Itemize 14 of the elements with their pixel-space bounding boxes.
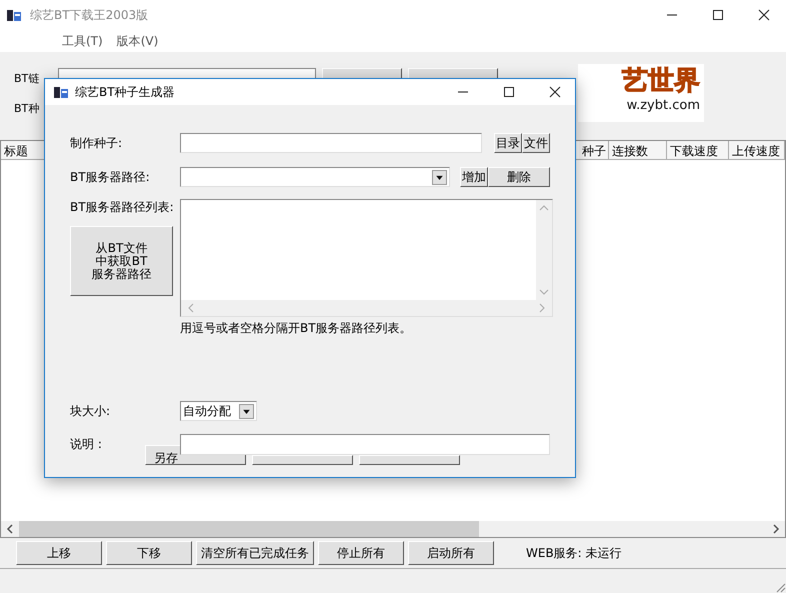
web-service-status: WEB服务: 未运行 — [526, 544, 622, 562]
hint-text: 用逗号或者空格分隔开BT服务器路径列表。 — [180, 320, 413, 337]
link-label: BT链 — [13, 70, 40, 86]
seed-label: BT种 — [13, 100, 40, 116]
logo-url: w.zybt.com — [626, 98, 700, 113]
combo-value: 自动分配 — [183, 402, 231, 420]
field-label: BT服务器路径列表: — [70, 199, 175, 216]
logo-text: 艺世界 — [622, 65, 700, 98]
field-label: 说明 : — [70, 436, 103, 453]
dialog-title: 综艺BT种子生成器 — [75, 84, 175, 100]
field-label: 制作种子: — [70, 135, 124, 152]
window-title: 综艺BT下载王2003版 — [30, 6, 148, 24]
field-label: BT服务器路径: — [70, 169, 151, 186]
field-label: 块大小: — [70, 403, 112, 420]
